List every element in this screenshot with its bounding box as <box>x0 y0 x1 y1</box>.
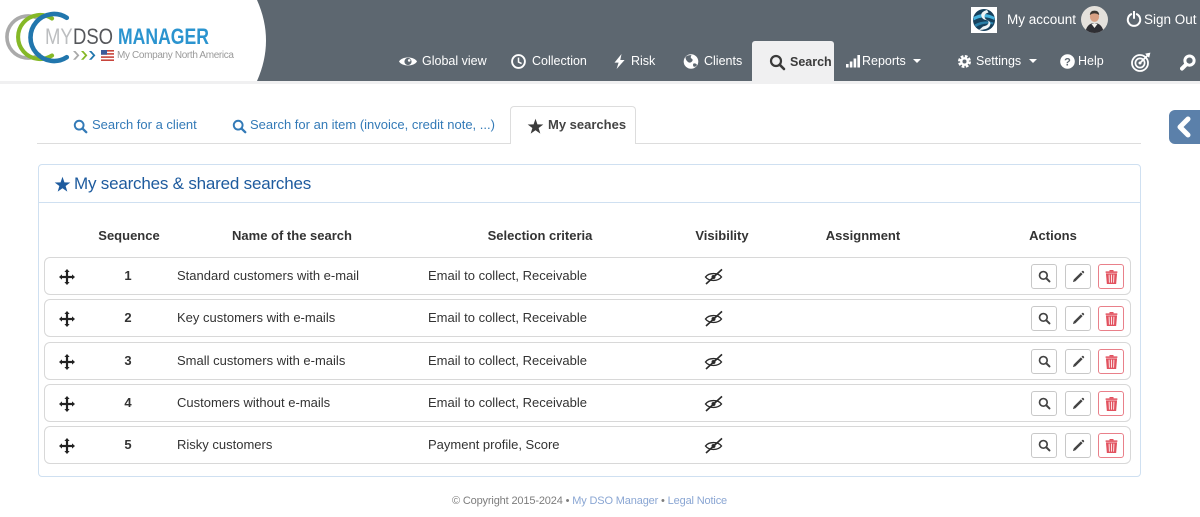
svg-text:?: ? <box>1064 56 1071 68</box>
